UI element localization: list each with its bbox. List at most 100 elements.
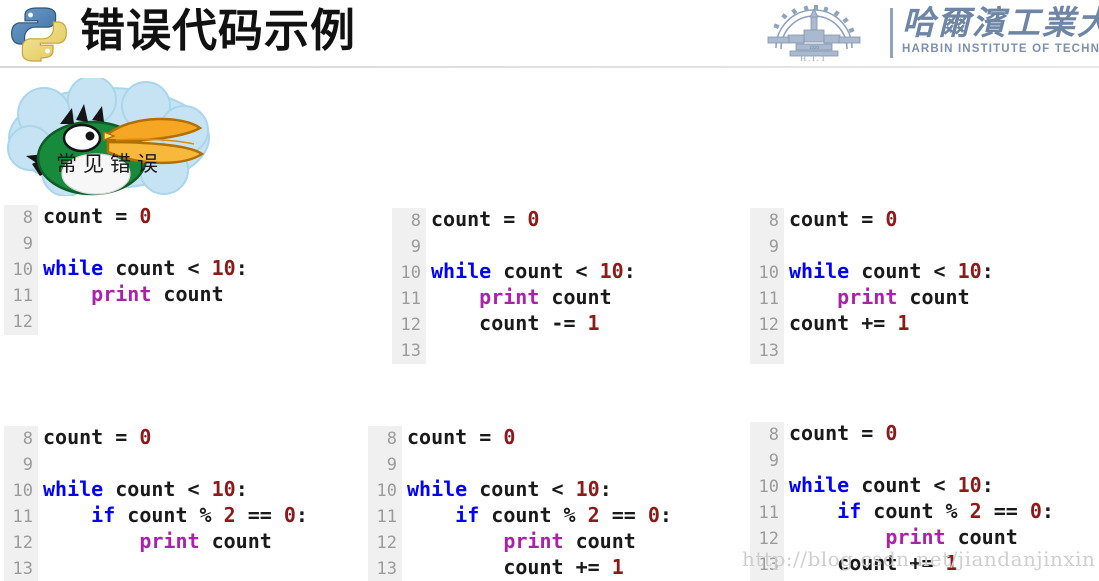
code-token-op: count = bbox=[43, 425, 140, 449]
code-token-op: count = bbox=[407, 425, 504, 449]
code-token-num: 10 bbox=[957, 259, 982, 283]
code-line: 13 bbox=[750, 336, 994, 364]
line-number: 11 bbox=[392, 286, 426, 312]
code-line: 10 while count < 10: bbox=[4, 476, 308, 504]
code-line: 12 count += 1 bbox=[750, 310, 994, 338]
code-token-num: 0 bbox=[283, 503, 296, 527]
code-token-op: : bbox=[981, 473, 994, 497]
line-number: 10 bbox=[392, 260, 426, 286]
line-number: 13 bbox=[4, 556, 38, 581]
code-text: count += 1 bbox=[784, 310, 909, 336]
university-name-english: HARBIN INSTITUTE OF TECHNOLOGY bbox=[902, 43, 1099, 55]
code-text: count -= 1 bbox=[426, 310, 599, 336]
line-number: 10 bbox=[4, 478, 38, 504]
code-text: while count < 10: bbox=[784, 472, 994, 498]
code-token-op: count % bbox=[115, 503, 224, 527]
code-token-num: 10 bbox=[599, 259, 624, 283]
code-token-op bbox=[789, 499, 837, 523]
code-token-num: 10 bbox=[575, 477, 600, 501]
line-number: 10 bbox=[4, 257, 38, 283]
code-text: while count < 10: bbox=[38, 476, 248, 502]
code-token-op: : bbox=[295, 503, 308, 527]
code-text: print count bbox=[784, 284, 970, 310]
code-line: 8 count = 0 bbox=[4, 424, 308, 452]
code-token-op: count bbox=[563, 529, 636, 553]
code-text: count = 0 bbox=[38, 424, 151, 450]
university-logo: 1920 H.I.T 哈爾濱工業大學 HARBIN INSTITUTE OF T… bbox=[744, 2, 1099, 64]
code-text: while count < 10: bbox=[402, 476, 612, 502]
code-token-op: : bbox=[659, 503, 672, 527]
slide-root: 错误代码示例 1920 H.I.T 哈爾濱工業 HARBIN INSTITUTE… bbox=[0, 0, 1099, 581]
line-number: 12 bbox=[368, 530, 402, 556]
code-token-num: 2 bbox=[587, 503, 600, 527]
code-token-num: 10 bbox=[211, 256, 236, 280]
code-text: if count % 2 == 0: bbox=[402, 502, 672, 528]
code-line: 9 bbox=[750, 232, 994, 260]
code-token-op: : bbox=[599, 477, 612, 501]
code-text: print count bbox=[38, 528, 271, 554]
page-title: 错误代码示例 bbox=[80, 4, 357, 57]
code-line: 11 print count bbox=[4, 281, 248, 309]
code-line: 8 count = 0 bbox=[4, 203, 248, 231]
code-example-1: 8 count = 09 10 while count < 10: 11 print … bbox=[4, 203, 248, 335]
code-line: 10 while count < 10: bbox=[4, 255, 248, 283]
badge-label: 常见错误 bbox=[56, 152, 164, 176]
code-token-kw: while bbox=[43, 256, 104, 280]
code-token-fn: print bbox=[885, 525, 946, 549]
code-example-3: 8 count = 09 10 while count < 10: 11 print … bbox=[750, 206, 994, 364]
code-token-op: == bbox=[981, 499, 1030, 523]
code-token-num: 10 bbox=[211, 477, 236, 501]
code-token-kw: if bbox=[837, 499, 862, 523]
code-token-op: count bbox=[897, 285, 970, 309]
code-token-op: : bbox=[1041, 499, 1054, 523]
code-token-op: count bbox=[151, 282, 224, 306]
code-line: 11 if count % 2 == 0: bbox=[4, 502, 308, 530]
code-token-num: 0 bbox=[503, 425, 516, 449]
line-number: 8 bbox=[392, 208, 426, 234]
line-number: 9 bbox=[4, 231, 38, 257]
code-line: 8 count = 0 bbox=[750, 206, 994, 234]
code-text: while count < 10: bbox=[784, 258, 994, 284]
code-token-op: == bbox=[235, 503, 284, 527]
slide-header: 错误代码示例 1920 H.I.T 哈爾濱工業 HARBIN INSTITUTE… bbox=[0, 0, 1099, 68]
code-example-5: 8 count = 09 10 while count < 10: 11 if cou… bbox=[368, 424, 672, 581]
line-number: 11 bbox=[750, 500, 784, 526]
code-token-fn: print bbox=[479, 285, 540, 309]
code-line: 9 bbox=[392, 232, 636, 260]
code-token-kw: if bbox=[455, 503, 480, 527]
line-number: 10 bbox=[750, 474, 784, 500]
code-line: 12 count -= 1 bbox=[392, 310, 636, 338]
university-name-chinese: 哈爾濱工業大學 bbox=[902, 3, 1099, 42]
code-token-op: : bbox=[235, 477, 248, 501]
code-text: count = 0 bbox=[402, 424, 515, 450]
code-token-op: count bbox=[945, 525, 1018, 549]
code-token-op: count < bbox=[491, 259, 600, 283]
code-token-kw: while bbox=[43, 477, 104, 501]
code-text: while count < 10: bbox=[38, 255, 248, 281]
code-token-op: : bbox=[981, 259, 994, 283]
code-token-kw: while bbox=[789, 473, 850, 497]
code-text: count = 0 bbox=[38, 203, 151, 229]
code-token-num: 10 bbox=[957, 473, 982, 497]
line-number: 9 bbox=[368, 452, 402, 478]
hit-emblem-icon: 1920 H.I.T bbox=[767, 5, 861, 63]
code-token-op: : bbox=[623, 259, 636, 283]
line-number: 10 bbox=[750, 260, 784, 286]
line-number: 11 bbox=[4, 283, 38, 309]
code-token-op: count += bbox=[789, 551, 946, 575]
code-line: 12 print count bbox=[368, 528, 672, 556]
code-line: 8 count = 0 bbox=[368, 424, 672, 452]
code-token-op: count += bbox=[789, 311, 898, 335]
code-token-num: 0 bbox=[647, 503, 660, 527]
code-text: print count bbox=[784, 524, 1018, 550]
code-token-num: 2 bbox=[223, 503, 236, 527]
code-text: print count bbox=[38, 281, 224, 307]
code-line: 10 while count < 10: bbox=[750, 472, 1054, 500]
line-number: 12 bbox=[4, 309, 38, 335]
code-token-num: 0 bbox=[885, 421, 898, 445]
code-line: 11 if count % 2 == 0: bbox=[368, 502, 672, 530]
code-token-num: 0 bbox=[139, 204, 152, 228]
